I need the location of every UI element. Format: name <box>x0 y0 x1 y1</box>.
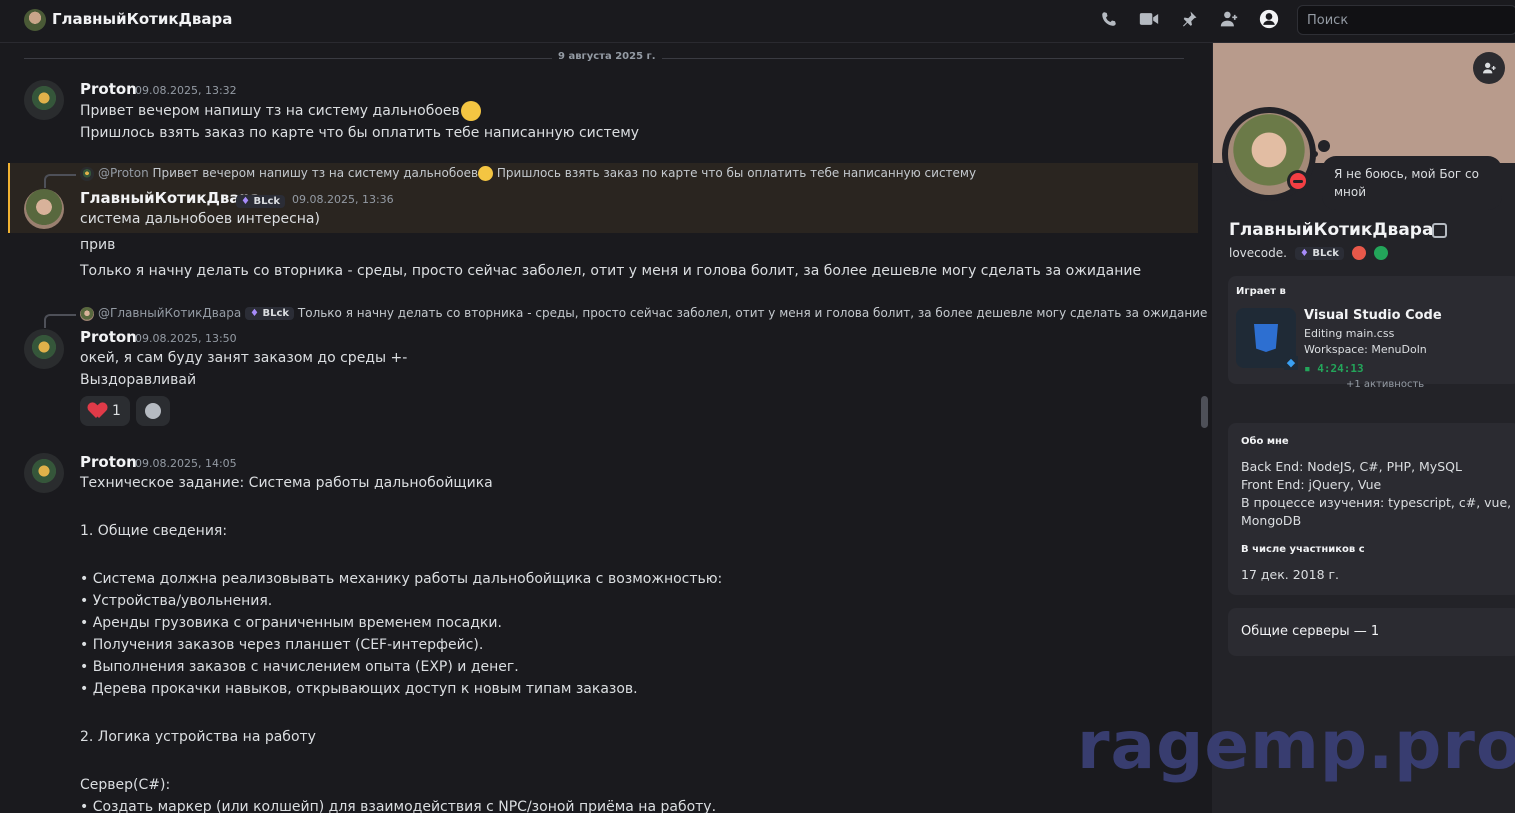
reply-spine <box>44 314 76 328</box>
more-activity-link[interactable]: +1 активность <box>1346 379 1424 387</box>
message-author[interactable]: Proton <box>80 80 137 98</box>
badge-icon[interactable] <box>1351 246 1366 260</box>
message-line: Привет вечером напишу тз на систему даль… <box>80 101 481 121</box>
mutual-servers-label: Общие серверы — 1 <box>1241 624 1380 639</box>
profile-icon[interactable] <box>1258 8 1280 30</box>
activity-workspace: Workspace: MenuDoln <box>1304 343 1427 356</box>
message-line: Только я начну делать со вторника - сред… <box>80 263 1142 279</box>
gamepad-icon: ▪ <box>1304 362 1311 375</box>
add-friend-icon[interactable] <box>1218 8 1240 30</box>
hashtag-badge-icon[interactable] <box>1373 246 1388 260</box>
reaction-heart[interactable]: 1 <box>80 396 130 426</box>
avatar[interactable] <box>24 80 64 120</box>
add-friend-icon <box>1483 62 1496 74</box>
phone-icon[interactable] <box>1098 8 1120 30</box>
profile-name: ГлавныйКотикДвара <box>1229 220 1434 240</box>
flame-icon: ♦ <box>241 196 250 207</box>
flame-icon: ♦ <box>250 308 259 319</box>
mutual-servers-button[interactable]: Общие серверы — 1 › <box>1228 608 1515 656</box>
header-avatar[interactable] <box>24 9 46 31</box>
activity-card[interactable]: Играет в ◆ Visual Studio Code Editing ma… <box>1228 276 1515 384</box>
member-since-date: 17 дек. 2018 г. <box>1241 567 1340 582</box>
reply-avatar <box>80 306 94 321</box>
message-line: система дальнобоев интересна) <box>80 211 320 227</box>
message-timestamp: 09.08.2025, 14:05 <box>135 457 237 470</box>
message-author[interactable]: ГлавныйКотикДвара <box>80 189 260 207</box>
app-icon: ◆ <box>1236 308 1298 370</box>
date-divider: 9 августа 2025 г. <box>24 51 1184 67</box>
profile-panel: Я не боюсь, мой Бог со мной ГлавныйКотик… <box>1212 43 1515 813</box>
heart-icon <box>89 403 106 419</box>
flame-icon: ♦ <box>1299 247 1309 259</box>
search-input[interactable]: Поиск <box>1297 5 1515 35</box>
video-icon[interactable] <box>1138 8 1160 30</box>
reply-preview[interactable]: @ГлавныйКотикДвара ♦ BLck Только я начну… <box>80 306 1207 321</box>
header-toolbar <box>1098 8 1280 30</box>
message-line: прив <box>80 237 116 253</box>
watermark: ragemp.pro <box>1077 707 1515 784</box>
message-line: Техническое задание: Система работы даль… <box>80 475 493 491</box>
message-line: • Аренды грузовика с ограниченным времен… <box>80 615 502 631</box>
vscode-icon: ◆ <box>1284 356 1298 370</box>
message-line: 1. Общие сведения: <box>80 523 228 539</box>
about-line: Back End: NodeJS, C#, PHP, MySQL <box>1241 459 1462 474</box>
avatar[interactable] <box>24 189 64 229</box>
role-tag[interactable]: ♦ BLck <box>236 191 286 210</box>
reply-spine <box>44 174 76 188</box>
message-author[interactable]: Proton <box>80 453 137 471</box>
reply-avatar <box>80 166 94 181</box>
message-line: • Система должна реализовывать механику … <box>80 571 723 587</box>
activity-app: Visual Studio Code <box>1304 308 1442 323</box>
about-card: Обо мне Back End: NodeJS, C#, PHP, MySQL… <box>1228 423 1515 595</box>
message-line: 2. Логика устройства на работу <box>80 729 316 745</box>
member-since-header: В числе участников с <box>1241 544 1365 555</box>
activity-elapsed: ▪ 4:24:13 <box>1304 362 1364 375</box>
add-reaction-icon <box>145 403 161 419</box>
reaction-count: 1 <box>112 403 121 419</box>
role-tag[interactable]: ♦ BLck <box>1294 246 1344 260</box>
message-line: • Устройства/увольнения. <box>80 593 273 609</box>
message-line: Выздоравливай <box>80 372 197 388</box>
reply-preview[interactable]: @Proton Привет вечером напишу тз на сист… <box>80 166 976 181</box>
profile-username: lovecode. <box>1229 246 1287 260</box>
message-line: • Дерева прокачки навыков, открывающих д… <box>80 681 638 697</box>
message-timestamp: 09.08.2025, 13:50 <box>135 332 237 345</box>
activity-detail: Editing main.css <box>1304 327 1395 340</box>
message-list: 9 августа 2025 г. Proton 09.08.2025, 13:… <box>0 43 1212 813</box>
scrollbar-thumb[interactable] <box>1201 396 1208 428</box>
message-line: • Создать маркер (или колшейп) для взаим… <box>80 799 717 813</box>
about-line: MongoDB <box>1241 513 1302 528</box>
dnd-status-icon <box>1287 170 1309 192</box>
avatar[interactable] <box>24 453 64 493</box>
about-header: Обо мне <box>1241 436 1289 447</box>
wink-emoji-icon <box>460 101 481 121</box>
wink-emoji-icon <box>478 166 494 181</box>
message-line: Сервер(C#): <box>80 777 171 793</box>
profile-action-button[interactable] <box>1473 52 1505 84</box>
channel-title: ГлавныйКотикДвара <box>52 10 233 28</box>
custom-status: Я не боюсь, мой Бог со мной <box>1322 156 1502 210</box>
message-line: • Получения заказов через планшет (CEF-и… <box>80 637 484 653</box>
avatar[interactable] <box>24 329 64 369</box>
channel-header: ГлавныйКотикДвара Поиск <box>0 0 1515 43</box>
message-line: • Выполнения заказов с начислением опыта… <box>80 659 519 675</box>
css-icon <box>1254 324 1278 352</box>
about-line: В процессе изучения: typescript, c#, vue… <box>1241 495 1512 510</box>
activity-header: Играет в <box>1236 286 1286 297</box>
message-author[interactable]: Proton <box>80 328 137 346</box>
add-reaction-button[interactable] <box>136 396 170 426</box>
message-timestamp: 09.08.2025, 13:36 <box>292 193 394 206</box>
pin-icon[interactable] <box>1178 8 1200 30</box>
note-icon[interactable] <box>1432 223 1447 238</box>
message-timestamp: 09.08.2025, 13:32 <box>135 84 237 97</box>
message-line: Пришлось взять заказ по карте что бы опл… <box>80 125 640 141</box>
about-line: Front End: jQuery, Vue <box>1241 477 1382 492</box>
message-line: окей, я сам буду занят заказом до среды … <box>80 350 408 366</box>
profile-subline: lovecode. ♦ BLck <box>1229 246 1388 260</box>
